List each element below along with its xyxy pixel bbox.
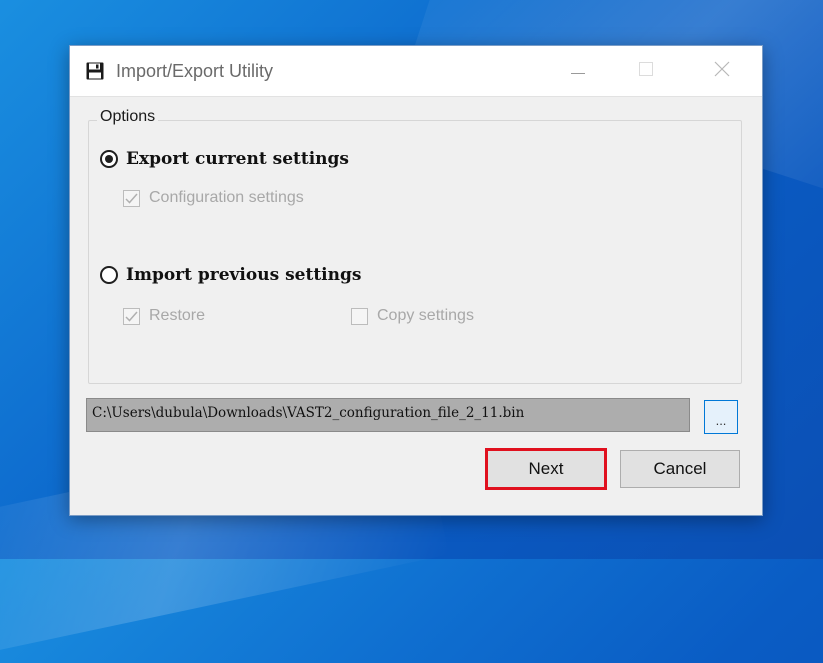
export-settings-label: Export current settings — [126, 149, 349, 169]
maximize-button[interactable] — [624, 56, 668, 86]
configuration-settings-label: Configuration settings — [149, 189, 304, 206]
checkbox-unchecked[interactable] — [351, 307, 368, 325]
minimize-icon — [571, 62, 585, 80]
close-button[interactable] — [700, 56, 744, 86]
import-settings-radio[interactable]: Import previous settings — [100, 265, 361, 285]
next-button[interactable]: Next — [485, 448, 607, 490]
file-path-field[interactable]: C:\Users\dubula\Downloads\VAST2_configur… — [86, 398, 690, 432]
radio-button-unselected[interactable] — [100, 266, 118, 284]
title-bar[interactable]: Import/Export Utility — [70, 46, 762, 97]
close-icon — [714, 61, 730, 82]
checkmark-icon — [125, 193, 138, 204]
radio-button-selected[interactable] — [100, 150, 118, 168]
restore-label: Restore — [149, 307, 206, 324]
maximize-icon — [639, 61, 653, 81]
radio-dot — [105, 155, 113, 163]
floppy-disk-icon — [86, 62, 104, 80]
restore-checkbox[interactable]: Restore — [123, 307, 205, 325]
checkbox-checked[interactable] — [123, 189, 140, 207]
export-settings-radio[interactable]: Export current settings — [100, 149, 349, 169]
checkbox-checked[interactable] — [123, 307, 140, 325]
checkmark-icon — [125, 311, 138, 322]
import-settings-label: Import previous settings — [126, 265, 362, 285]
browse-button[interactable]: ... — [704, 400, 738, 434]
window-title: Import/Export Utility — [116, 61, 274, 81]
copy-settings-label: Copy settings — [377, 307, 474, 324]
import-export-dialog: Import/Export Utility Options Export cur… — [69, 45, 763, 516]
copy-settings-checkbox[interactable]: Copy settings — [351, 307, 474, 325]
minimize-button[interactable] — [556, 56, 600, 86]
cancel-button[interactable]: Cancel — [620, 450, 740, 488]
options-group-label: Options — [97, 108, 159, 126]
configuration-settings-checkbox[interactable]: Configuration settings — [123, 189, 304, 207]
